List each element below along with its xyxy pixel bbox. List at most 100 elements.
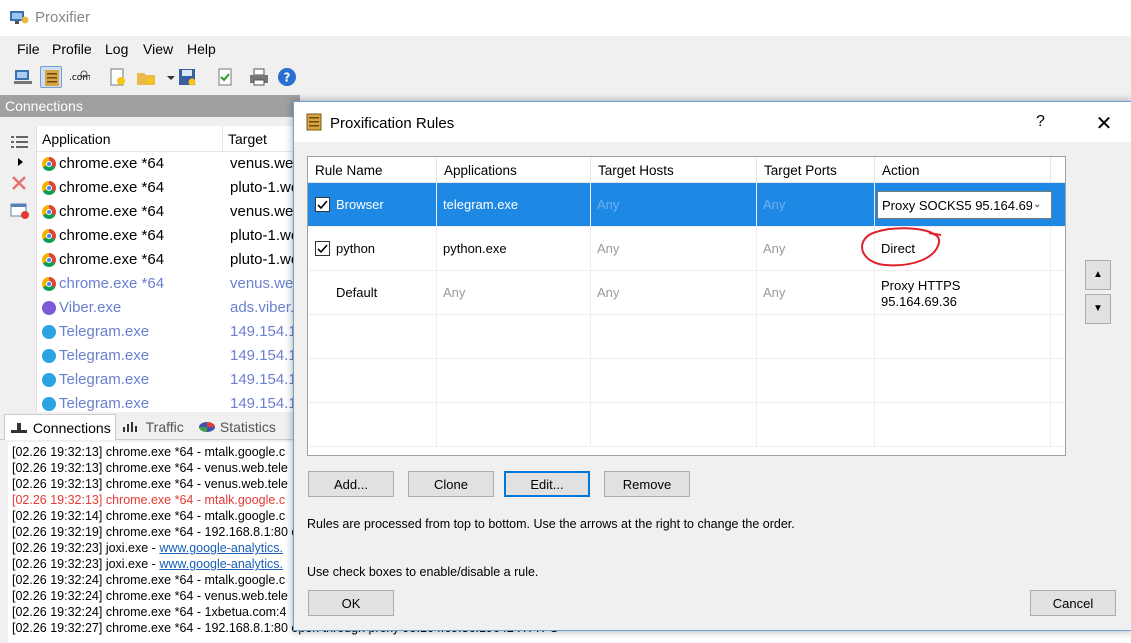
rule-applications-cell: python.exe — [437, 227, 591, 271]
rule-ports-cell: Any — [757, 271, 875, 315]
log-line: [02.26 19:32:13] chrome.exe *64 - venus.… — [12, 477, 288, 493]
tab-traffic[interactable]: Traffic — [118, 414, 192, 440]
rule-hosts-cell: Any — [591, 183, 757, 227]
menu-log[interactable]: Log — [105, 41, 128, 57]
info-text-checkboxes: Use check boxes to enable/disable a rule… — [307, 565, 539, 579]
connections-side-toolbar — [0, 122, 36, 412]
connection-target: pluto-1.we — [230, 227, 300, 244]
remove-button[interactable]: Remove — [604, 471, 690, 497]
proxy-servers-icon[interactable] — [12, 66, 34, 88]
log-text: [02.26 19:32:24] chrome.exe *64 - mtalk.… — [12, 573, 286, 587]
clone-button[interactable]: Clone — [408, 471, 494, 497]
menu-view[interactable]: View — [143, 41, 173, 57]
connection-row[interactable]: Telegram.exe 149.154.16 — [37, 344, 300, 368]
new-profile-icon[interactable] — [106, 66, 128, 88]
tab-statistics-label: Statistics — [219, 419, 276, 435]
dialog-title: Proxification Rules — [330, 115, 455, 132]
menu-profile[interactable]: Profile — [52, 41, 92, 57]
connection-row[interactable]: chrome.exe *64 venus.web. — [37, 272, 300, 296]
proxification-rules-dialog: Proxification Rules ? ✕ Rule Name Applic… — [293, 101, 1131, 631]
connection-target: venus.web. — [230, 275, 300, 292]
rule-row-default[interactable]: Default Any Any Any Proxy HTTPS 95.164.6… — [308, 271, 1065, 315]
connection-row[interactable]: chrome.exe *64 pluto-1.we — [37, 176, 300, 200]
name-resolution-icon[interactable]: .com — [68, 66, 91, 88]
column-application[interactable]: Application — [37, 126, 223, 152]
connection-target: 149.154.16 — [230, 395, 300, 412]
rule-action-line2: 95.164.69.36 — [881, 294, 957, 309]
rule-enable-checkbox[interactable] — [315, 197, 330, 212]
chrome-icon — [42, 205, 56, 219]
viber-icon — [42, 301, 56, 315]
column-applications[interactable]: Applications — [437, 157, 591, 183]
chrome-icon — [42, 277, 56, 291]
expand-arrow-icon[interactable] — [17, 157, 25, 167]
ok-button[interactable]: OK — [308, 590, 394, 616]
column-target-ports[interactable]: Target Ports — [757, 157, 875, 183]
connection-row[interactable]: chrome.exe *64 pluto-1.we — [37, 224, 300, 248]
rule-name-cell: Browser — [308, 183, 437, 227]
connection-target: venus.web. — [230, 155, 300, 172]
save-profile-icon[interactable] — [176, 66, 198, 88]
window-close-icon[interactable] — [10, 202, 30, 220]
add-button[interactable]: Add... — [308, 471, 394, 497]
rule-row-browser[interactable]: Browser telegram.exe Any Any Proxy SOCKS… — [308, 183, 1065, 227]
connection-row[interactable]: Telegram.exe 149.154.16 — [37, 392, 300, 412]
help-button[interactable]: ? — [1036, 113, 1045, 131]
print-icon[interactable] — [248, 66, 270, 88]
connection-row[interactable]: chrome.exe *64 venus.web. — [37, 152, 300, 176]
column-target[interactable]: Target — [223, 126, 300, 152]
telegram-icon — [42, 373, 56, 387]
list-view-icon[interactable] — [10, 134, 30, 150]
connection-row[interactable]: chrome.exe *64 pluto-1.we — [37, 248, 300, 272]
menu-file[interactable]: File — [17, 41, 40, 57]
rule-ports: Any — [763, 241, 786, 256]
column-action[interactable]: Action — [875, 157, 1051, 183]
connection-target: pluto-1.we — [230, 251, 300, 268]
action-dropdown[interactable]: Proxy SOCKS5 95.164.69. ⌄ — [877, 191, 1052, 219]
profile-check-icon[interactable] — [214, 66, 236, 88]
connection-row[interactable]: Viber.exe ads.viber.c — [37, 296, 300, 320]
connection-target: 149.154.16 — [230, 323, 300, 340]
log-text: [02.26 19:32:23] joxi.exe - — [12, 541, 160, 555]
move-up-button[interactable]: ▲ — [1085, 260, 1111, 290]
proxification-rules-icon[interactable] — [40, 66, 62, 88]
tab-statistics[interactable]: Statistics — [194, 414, 284, 440]
log-text: [02.26 19:32:23] joxi.exe - — [12, 557, 160, 571]
open-profile-dropdown-icon[interactable] — [160, 66, 175, 88]
chrome-icon — [42, 229, 56, 243]
red-circle-annotation — [861, 227, 942, 267]
close-connection-icon[interactable] — [10, 174, 28, 192]
rule-enable-checkbox[interactable] — [315, 241, 330, 256]
edit-button[interactable]: Edit... — [504, 471, 590, 497]
rule-ports: Any — [763, 197, 786, 212]
rule-name: Browser — [336, 197, 384, 212]
dialog-title-bar: Proxification Rules ? ✕ — [294, 102, 1131, 142]
connections-panel-header: Connections — [0, 95, 300, 117]
log-link[interactable]: www.google-analytics. — [159, 557, 283, 571]
rule-applications: Any — [443, 285, 466, 300]
column-target-hosts[interactable]: Target Hosts — [591, 157, 757, 183]
tab-connections[interactable]: Connections — [4, 414, 116, 440]
connection-row[interactable]: Telegram.exe 149.154.16 — [37, 320, 300, 344]
connection-app: chrome.exe *64 — [59, 203, 165, 220]
statistics-tab-icon — [199, 422, 215, 432]
menu-help[interactable]: Help — [187, 41, 216, 57]
rule-applications: python.exe — [443, 241, 507, 256]
close-button[interactable]: ✕ — [1092, 111, 1116, 136]
column-rule-name[interactable]: Rule Name — [308, 157, 437, 183]
connection-row[interactable]: chrome.exe *64 venus.web. — [37, 200, 300, 224]
rule-action-cell: Proxy HTTPS 95.164.69.36 — [875, 271, 1051, 315]
log-line: [02.26 19:32:19] chrome.exe *64 - 192.16… — [12, 525, 298, 541]
cancel-button[interactable]: Cancel — [1030, 590, 1116, 616]
open-profile-icon[interactable] — [135, 66, 157, 88]
log-link[interactable]: www.google-analytics. — [159, 541, 283, 555]
rule-row-python[interactable]: python python.exe Any Any Direct — [308, 227, 1065, 271]
connection-row[interactable]: Telegram.exe 149.154.16 — [37, 368, 300, 392]
help-icon[interactable]: ? — [276, 66, 298, 88]
connection-app: Telegram.exe — [59, 323, 150, 340]
log-line: [02.26 19:32:13] chrome.exe *64 - venus.… — [12, 461, 288, 477]
connection-app: Viber.exe — [59, 299, 122, 316]
move-down-button[interactable]: ▼ — [1085, 294, 1111, 324]
connection-target: 149.154.16 — [230, 347, 300, 364]
connection-target: venus.web. — [230, 203, 300, 220]
